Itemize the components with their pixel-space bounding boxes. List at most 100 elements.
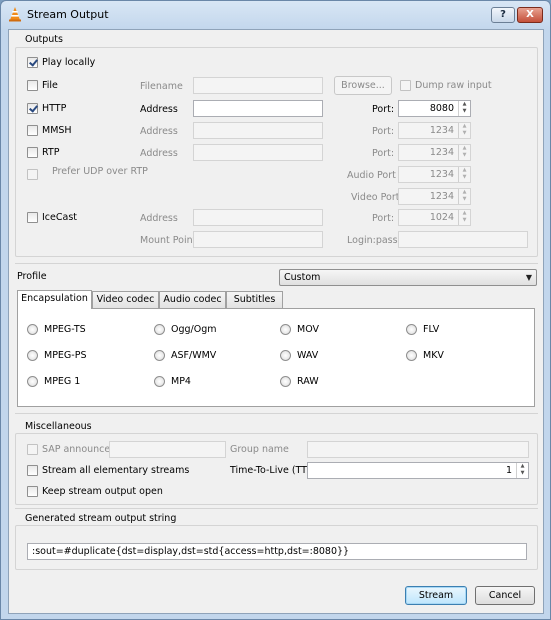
tab-encapsulation[interactable]: Encapsulation xyxy=(17,290,92,309)
browse-button[interactable]: Browse... xyxy=(334,76,392,95)
dialog-client-area: Outputs Play locally File Filename Brows… xyxy=(8,29,544,614)
icecast-port-label: Port: xyxy=(372,213,395,224)
up-arrow-icon[interactable]: ▲ xyxy=(459,189,470,196)
radio-ogg-ogm[interactable] xyxy=(154,324,165,335)
rtp-address-input[interactable] xyxy=(193,144,323,161)
up-arrow-icon[interactable]: ▲ xyxy=(459,210,470,217)
mmsh-port-value: 1234 xyxy=(429,125,454,136)
http-checkbox[interactable] xyxy=(27,103,38,114)
tab-subtitles[interactable]: Subtitles xyxy=(226,291,283,308)
keep-open-checkbox[interactable] xyxy=(27,486,38,497)
radio-asf-wmv[interactable] xyxy=(154,350,165,361)
down-arrow-icon[interactable]: ▼ xyxy=(459,217,470,224)
down-arrow-icon[interactable]: ▼ xyxy=(459,108,470,115)
audio-port-label: Audio Port xyxy=(347,170,396,181)
keep-open-label: Keep stream output open xyxy=(42,486,163,497)
profile-label: Profile xyxy=(17,271,47,282)
radio-mpeg-1[interactable] xyxy=(27,376,38,387)
mount-point-input[interactable] xyxy=(193,231,323,248)
misc-title: Miscellaneous xyxy=(25,421,92,432)
window-title: Stream Output xyxy=(27,8,109,21)
http-address-input[interactable] xyxy=(193,100,323,117)
stream-output-window: Stream Output ? X Outputs Play locally F… xyxy=(0,0,551,620)
close-button[interactable]: X xyxy=(517,7,543,23)
icecast-port-stepper[interactable]: ▲ ▼ xyxy=(458,210,470,225)
profile-dropdown[interactable]: Custom ▼ xyxy=(279,269,537,286)
down-arrow-icon[interactable]: ▼ xyxy=(517,470,528,477)
radio-flv[interactable] xyxy=(406,324,417,335)
profile-selected-value: Custom xyxy=(284,272,321,283)
option-asf-wmv-label: ASF/WMV xyxy=(171,350,217,361)
option-mp4-label: MP4 xyxy=(171,376,191,387)
option-mkv-label: MKV xyxy=(423,350,444,361)
option-raw-label: RAW xyxy=(297,376,319,387)
up-arrow-icon[interactable]: ▲ xyxy=(459,101,470,108)
http-address-label: Address xyxy=(140,104,178,115)
help-button[interactable]: ? xyxy=(491,7,515,23)
icecast-checkbox[interactable] xyxy=(27,212,38,223)
up-arrow-icon[interactable]: ▲ xyxy=(459,145,470,152)
encapsulation-panel: MPEG-TS Ogg/Ogm MOV FLV MPEG-PS ASF/WMV … xyxy=(17,308,535,407)
mount-point-label: Mount Point xyxy=(140,235,197,246)
group-name-input[interactable] xyxy=(307,441,529,458)
ttl-stepper[interactable]: ▲ ▼ xyxy=(516,463,528,478)
up-arrow-icon[interactable]: ▲ xyxy=(459,167,470,174)
stream-all-checkbox[interactable] xyxy=(27,465,38,476)
misc-group: SAP announce Group name Stream all eleme… xyxy=(15,433,538,505)
tab-video-codec[interactable]: Video codec xyxy=(92,291,159,308)
icecast-address-input[interactable] xyxy=(193,209,323,226)
down-arrow-icon[interactable]: ▼ xyxy=(459,174,470,181)
radio-mpeg-ps[interactable] xyxy=(27,350,38,361)
icecast-port-value: 1024 xyxy=(429,212,454,223)
http-port-spinbox[interactable]: 8080 ▲ ▼ xyxy=(398,100,471,117)
login-pass-input[interactable] xyxy=(398,231,528,248)
sap-announce-input[interactable] xyxy=(109,441,226,458)
ttl-value: 1 xyxy=(505,465,512,476)
up-arrow-icon[interactable]: ▲ xyxy=(517,463,528,470)
rtp-port-stepper[interactable]: ▲ ▼ xyxy=(458,145,470,160)
filename-input[interactable] xyxy=(193,77,323,94)
icecast-port-spinbox[interactable]: 1024 ▲ ▼ xyxy=(398,209,471,226)
radio-mov[interactable] xyxy=(280,324,291,335)
radio-mpeg-ts[interactable] xyxy=(27,324,38,335)
audio-port-spinbox[interactable]: 1234 ▲ ▼ xyxy=(398,166,471,183)
radio-raw[interactable] xyxy=(280,376,291,387)
down-arrow-icon[interactable]: ▼ xyxy=(459,196,470,203)
http-port-stepper[interactable]: ▲ ▼ xyxy=(458,101,470,116)
sap-announce-checkbox[interactable] xyxy=(27,444,38,455)
vlc-cone-icon xyxy=(9,7,21,22)
audio-port-stepper[interactable]: ▲ ▼ xyxy=(458,167,470,182)
prefer-udp-checkbox[interactable] xyxy=(27,169,38,180)
mmsh-address-input[interactable] xyxy=(193,122,323,139)
dump-raw-checkbox[interactable] xyxy=(400,80,411,91)
mmsh-checkbox[interactable] xyxy=(27,125,38,136)
mmsh-port-spinbox[interactable]: 1234 ▲ ▼ xyxy=(398,122,471,139)
option-ogg-ogm-label: Ogg/Ogm xyxy=(171,324,217,335)
rtp-checkbox[interactable] xyxy=(27,147,38,158)
title-bar[interactable]: Stream Output ? X xyxy=(1,1,550,29)
rtp-port-spinbox[interactable]: 1234 ▲ ▼ xyxy=(398,144,471,161)
radio-mkv[interactable] xyxy=(406,350,417,361)
radio-mp4[interactable] xyxy=(154,376,165,387)
file-checkbox[interactable] xyxy=(27,80,38,91)
http-label: HTTP xyxy=(42,103,67,114)
ttl-spinbox[interactable]: 1 ▲ ▼ xyxy=(307,462,529,479)
tab-audio-codec[interactable]: Audio codec xyxy=(159,291,226,308)
play-locally-checkbox[interactable] xyxy=(27,57,38,68)
radio-wav[interactable] xyxy=(280,350,291,361)
generated-title: Generated stream output string xyxy=(25,513,177,524)
http-port-label: Port: xyxy=(372,104,395,115)
down-arrow-icon[interactable]: ▼ xyxy=(459,130,470,137)
down-arrow-icon[interactable]: ▼ xyxy=(459,152,470,159)
mmsh-port-stepper[interactable]: ▲ ▼ xyxy=(458,123,470,138)
stream-button[interactable]: Stream xyxy=(405,586,467,605)
option-mpeg-1-label: MPEG 1 xyxy=(44,376,81,387)
generated-string-field[interactable]: :sout=#duplicate{dst=display,dst=std{acc… xyxy=(27,543,527,560)
outputs-group: Play locally File Filename Browse... Dum… xyxy=(15,47,538,257)
generated-separator xyxy=(15,508,538,509)
profile-separator xyxy=(15,263,538,264)
video-port-spinbox[interactable]: 1234 ▲ ▼ xyxy=(398,188,471,205)
cancel-button[interactable]: Cancel xyxy=(475,586,535,605)
video-port-stepper[interactable]: ▲ ▼ xyxy=(458,189,470,204)
up-arrow-icon[interactable]: ▲ xyxy=(459,123,470,130)
